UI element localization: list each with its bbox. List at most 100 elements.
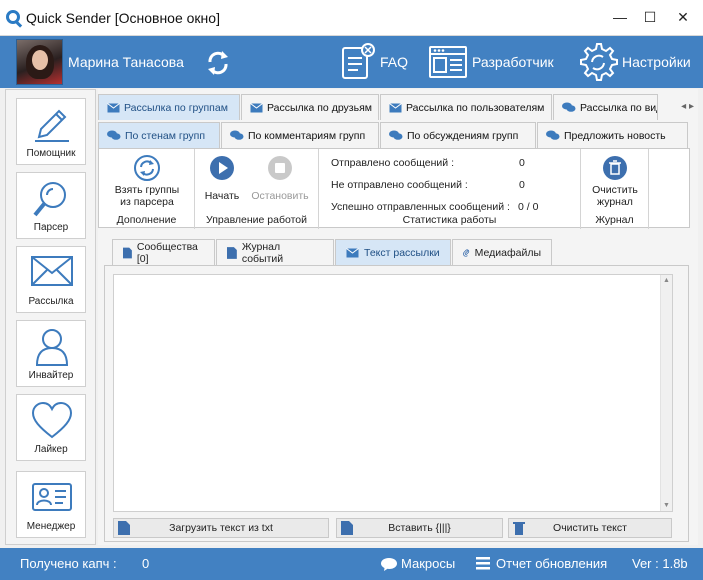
- load-text-button[interactable]: Загрузить текст из txt: [113, 518, 329, 538]
- version-label: Ver : 1.8b: [632, 556, 688, 571]
- stop-icon: [268, 156, 292, 180]
- content-tabs: Сообщества [0] Журнал событий Текст расс…: [112, 239, 553, 265]
- macros-button[interactable]: Макросы: [381, 556, 455, 571]
- tab-mailing-video[interactable]: Рассылка по вид: [553, 94, 658, 120]
- sent-messages-value: 0: [519, 157, 525, 169]
- clear-log-label-2: журнал: [597, 196, 633, 208]
- sidebar-item-manager[interactable]: Менеджер: [16, 471, 86, 538]
- tab-label: Рассылка по друзьям: [267, 101, 372, 114]
- sent-messages-label: Отправлено сообщений :: [331, 157, 454, 169]
- take-groups-label-2: из парсера: [120, 196, 174, 208]
- sidebar-item-parser[interactable]: Парсер: [16, 172, 86, 239]
- tab-suggest-news[interactable]: Предложить новость: [537, 122, 688, 148]
- envelope-icon: [107, 102, 120, 112]
- tab-event-log[interactable]: Журнал событий: [216, 239, 334, 265]
- sidebar-item-inviter[interactable]: Инвайтер: [16, 320, 86, 387]
- stop-button[interactable]: Остановить: [247, 155, 313, 202]
- tab-label: По стенам групп: [125, 129, 206, 142]
- editor-scrollbar[interactable]: ▲ ▼: [660, 275, 672, 511]
- username[interactable]: Марина Танасова: [68, 54, 184, 70]
- tab-mailing-groups[interactable]: Рассылка по группам: [98, 94, 240, 120]
- sidebar-item-label: Лайкер: [34, 444, 68, 455]
- minimize-button[interactable]: —: [605, 6, 635, 28]
- comments-icon: [389, 130, 403, 140]
- trash-icon: [603, 156, 627, 180]
- settings-button[interactable]: Настройки: [576, 40, 691, 84]
- pen-icon: [35, 109, 69, 142]
- scroll-down-arrow-icon[interactable]: ▼: [663, 502, 670, 509]
- play-icon: [210, 156, 234, 180]
- developer-button[interactable]: Разработчик: [428, 40, 554, 84]
- captcha-counter-label: Получено капч :: [20, 556, 117, 571]
- sidebar-item-mailing[interactable]: Рассылка: [16, 246, 86, 313]
- avatar[interactable]: [16, 39, 63, 85]
- sidebar-item-assistant[interactable]: Помощник: [16, 98, 86, 165]
- captcha-counter-value: 0: [142, 556, 150, 571]
- tab-group-walls[interactable]: По стенам групп: [98, 122, 220, 148]
- status-bar: Получено капч : 0 Макросы Отчет обновлен…: [0, 548, 703, 580]
- take-groups-label-1: Взять группы: [114, 184, 180, 196]
- clear-log-button[interactable]: Очистить журнал: [583, 155, 647, 208]
- not-sent-messages-label: Не отправлено сообщений :: [331, 179, 468, 191]
- tab-mailing-users[interactable]: Рассылка по пользователям: [380, 94, 552, 120]
- comments-icon: [107, 130, 121, 140]
- tab-label: Рассылка по пользователям: [406, 101, 545, 114]
- macros-label: Макросы: [401, 556, 456, 571]
- clear-text-button[interactable]: Очистить текст: [508, 518, 672, 538]
- start-label: Начать: [204, 190, 240, 202]
- window-title: Quick Sender [Основное окно]: [26, 10, 220, 26]
- insert-template-button[interactable]: Вставить {|||}: [336, 518, 503, 538]
- tab-label: Журнал событий: [241, 240, 284, 265]
- document-icon: [123, 247, 132, 258]
- settings-label: Настройки: [622, 54, 691, 70]
- tab-mailing-text[interactable]: Текст рассылки: [335, 239, 451, 265]
- take-groups-button[interactable]: Взять группы из парсера: [103, 155, 191, 208]
- changelog-button[interactable]: Отчет обновления: [476, 556, 607, 571]
- envelope-icon: [389, 102, 402, 112]
- faq-button[interactable]: FAQ: [340, 40, 408, 84]
- chat-bubble-icon: [381, 557, 397, 571]
- tab-group-discussions[interactable]: По обсуждениям групп: [380, 122, 536, 148]
- close-button[interactable]: ✕: [668, 6, 698, 28]
- refresh-icon: [134, 155, 160, 181]
- app-logo-icon: [6, 10, 20, 24]
- sync-icon[interactable]: [204, 50, 232, 79]
- tab-group-comments[interactable]: По комментариям групп: [221, 122, 379, 148]
- comments-icon: [546, 130, 560, 140]
- ribbon-group-stats: Отправлено сообщений : 0 Не отправлено с…: [319, 149, 581, 229]
- clear-text-label: Очистить текст: [553, 522, 627, 534]
- sidebar-item-liker[interactable]: Лайкер: [16, 394, 86, 461]
- document-icon: [341, 521, 353, 535]
- browser-window-icon: [429, 46, 467, 78]
- sidebar-item-label: Помощник: [26, 148, 76, 159]
- maximize-button[interactable]: ☐: [635, 6, 665, 28]
- tab-label: Текст рассылки: [364, 246, 440, 259]
- clear-log-label-1: Очистить: [592, 184, 638, 196]
- envelope-icon: [346, 247, 359, 257]
- success-messages-value: 0 / 0: [518, 201, 539, 213]
- mailing-text-input[interactable]: [113, 274, 673, 512]
- ribbon-group-control: Начать Остановить Управление работой: [195, 149, 319, 229]
- ribbon-group-addition: Взять группы из парсера Дополнение: [99, 149, 195, 229]
- tab-label: Рассылка по вид: [580, 101, 658, 114]
- magnifier-icon: [33, 182, 66, 217]
- left-sidebar: Помощник Парсер Рассылка Инвайтер Лайкер: [5, 89, 96, 545]
- ribbon-group-caption: Статистика работы: [402, 214, 497, 226]
- tab-media-files[interactable]: Медиафайлы: [452, 239, 552, 265]
- ribbon-group-caption: Управление работой: [206, 214, 307, 226]
- tab-scroll-arrows[interactable]: ◂ ▸: [681, 101, 694, 112]
- faq-label: FAQ: [380, 54, 409, 70]
- start-button[interactable]: Начать: [199, 155, 245, 202]
- document-icon: [227, 246, 237, 259]
- tab-mailing-friends[interactable]: Рассылка по друзьям: [241, 94, 379, 120]
- scroll-up-arrow-icon[interactable]: ▲: [663, 277, 670, 284]
- tab-label: По обсуждениям групп: [407, 129, 519, 142]
- tab-label: Рассылка по группам: [124, 101, 228, 114]
- menu-lines-icon: [476, 557, 490, 570]
- document-icon: [118, 521, 130, 535]
- gear-icon: [580, 43, 618, 81]
- tab-communities[interactable]: Сообщества [0]: [112, 239, 215, 265]
- load-text-label: Загрузить текст из txt: [169, 522, 273, 534]
- sidebar-item-label: Инвайтер: [28, 370, 74, 381]
- heart-icon: [31, 401, 73, 439]
